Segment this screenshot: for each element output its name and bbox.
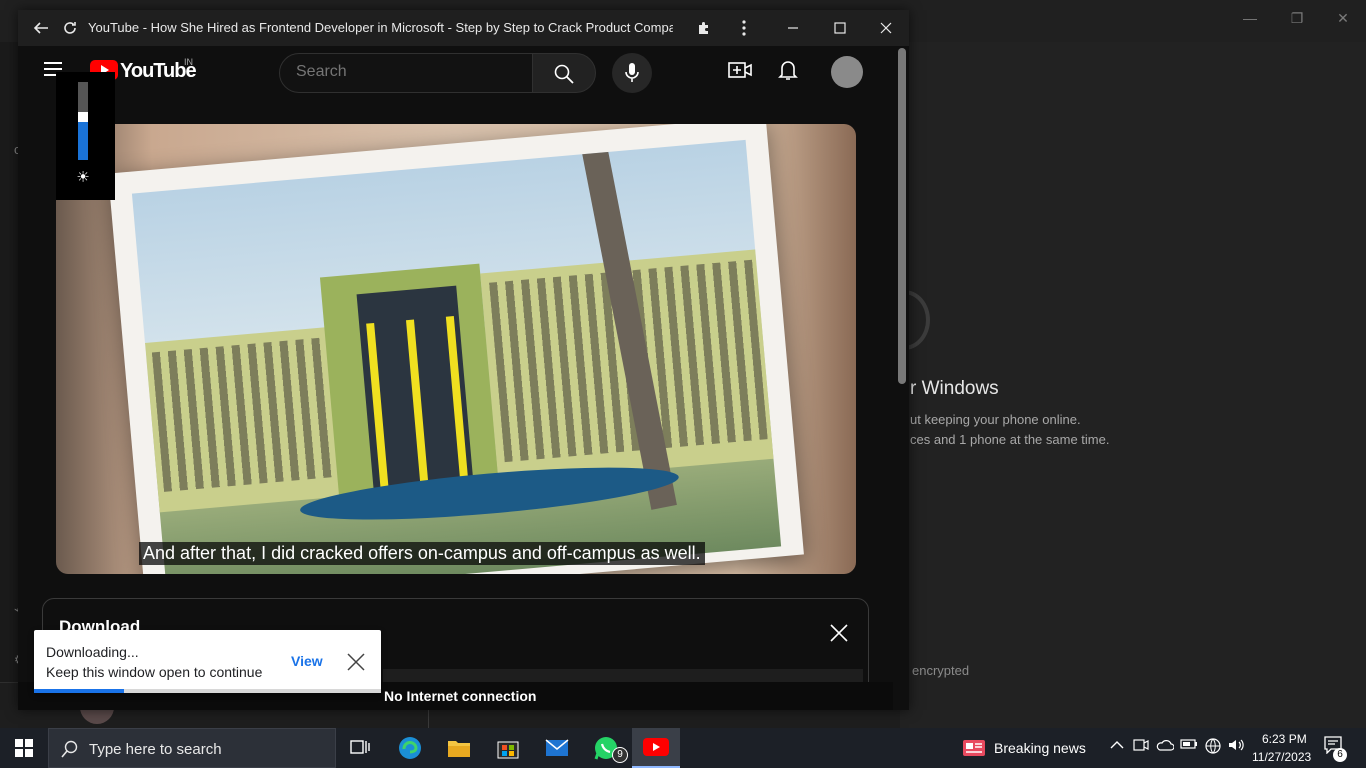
offline-message: No Internet connection — [384, 688, 537, 704]
toast-message: Keep this window open to continue — [46, 664, 263, 680]
onedrive-cloud-icon[interactable] — [1156, 738, 1175, 758]
taskbar-search[interactable]: Type here to search — [48, 728, 336, 768]
scrollbar-thumb[interactable] — [898, 48, 906, 384]
mail-button[interactable] — [533, 728, 581, 768]
background-description-line: ut keeping your phone online. — [910, 412, 1081, 427]
notifications-button[interactable] — [778, 59, 804, 85]
youtube-masthead: YouTube IN — [18, 46, 896, 98]
whatsapp-unread-badge: 9 — [612, 747, 628, 763]
toast-close-button[interactable] — [346, 652, 366, 672]
file-explorer-button[interactable] — [435, 728, 483, 768]
volume-icon[interactable] — [1227, 738, 1245, 758]
clock-date[interactable]: 11/27/2023 — [1252, 750, 1311, 764]
youtube-app-button[interactable] — [632, 728, 680, 768]
taskbar: Type here to search 9 Breaking news 6:23… — [0, 728, 1366, 768]
news-headline: Breaking news — [994, 740, 1086, 756]
video-caption: And after that, I did cracked offers on-… — [139, 542, 705, 565]
task-view-button[interactable] — [336, 728, 384, 768]
scrollbar[interactable] — [896, 46, 909, 710]
edge-icon — [399, 737, 421, 759]
close-icon — [830, 624, 848, 642]
brightness-sun-icon: ☀ — [76, 169, 90, 186]
folder-icon — [448, 741, 470, 757]
microphone-icon — [625, 63, 639, 82]
toast-progress-fill — [34, 689, 125, 693]
minimize-icon[interactable] — [782, 17, 804, 39]
battery-icon[interactable] — [1180, 738, 1198, 758]
news-widget[interactable]: Breaking news — [962, 736, 1086, 760]
network-globe-icon[interactable] — [1204, 738, 1222, 758]
minimize-icon[interactable]: — — [1240, 8, 1260, 28]
chevron-up-icon[interactable] — [1108, 738, 1126, 758]
task-view-icon — [350, 740, 370, 754]
toast-progress-bar — [34, 689, 381, 693]
search-icon — [554, 64, 574, 84]
notification-count-badge: 6 — [1333, 748, 1347, 762]
mail-icon — [545, 739, 569, 756]
search-box[interactable] — [279, 53, 533, 93]
campus-building-image — [131, 139, 782, 574]
search-input[interactable] — [296, 63, 516, 81]
reload-icon[interactable] — [59, 17, 81, 39]
account-avatar[interactable] — [831, 56, 863, 88]
clock-time[interactable]: 6:23 PM — [1262, 732, 1307, 746]
building-windows — [151, 336, 352, 492]
bell-icon — [778, 61, 798, 80]
toast-status: Downloading... — [46, 644, 139, 660]
brightness-fill — [78, 122, 88, 160]
youtube-app-window: YouTube - How She Hired as Frontend Deve… — [18, 10, 909, 710]
video-add-icon — [728, 62, 752, 78]
background-description-line: ces and 1 phone at the same time. — [910, 432, 1110, 447]
extensions-puzzle-icon[interactable] — [693, 17, 715, 39]
toast-view-button[interactable]: View — [291, 653, 323, 669]
close-icon[interactable] — [875, 17, 897, 39]
window-titlebar: YouTube - How She Hired as Frontend Deve… — [18, 10, 909, 46]
brightness-slider[interactable] — [78, 82, 88, 160]
news-icon — [963, 740, 985, 756]
video-frame-photo — [108, 124, 804, 574]
create-video-button[interactable] — [728, 60, 754, 86]
video-player[interactable]: And after that, I did cracked offers on-… — [56, 124, 856, 574]
download-content-row — [383, 669, 863, 683]
close-icon[interactable]: ✕ — [1333, 8, 1353, 28]
brightness-knob[interactable] — [78, 112, 88, 122]
youtube-icon — [643, 738, 669, 756]
microsoft-store-button[interactable] — [484, 728, 532, 768]
background-heading: r Windows — [910, 378, 999, 399]
search-icon — [61, 740, 78, 758]
maximize-icon[interactable] — [829, 17, 851, 39]
meet-now-icon[interactable] — [1132, 738, 1150, 758]
search-button[interactable] — [532, 53, 596, 93]
more-vert-icon[interactable] — [733, 17, 755, 39]
back-arrow-icon[interactable] — [30, 17, 52, 39]
brightness-panel: ☀ — [56, 72, 115, 200]
download-close-button[interactable] — [829, 623, 851, 645]
voice-search-button[interactable] — [612, 53, 652, 93]
close-icon — [347, 653, 365, 671]
window-title: YouTube - How She Hired as Frontend Deve… — [88, 20, 673, 35]
store-icon — [497, 741, 519, 759]
background-encrypted-note: encrypted — [912, 663, 970, 678]
download-toast: Downloading... Keep this window open to … — [34, 630, 381, 693]
edge-browser-button[interactable] — [386, 728, 434, 768]
windows-logo-icon — [15, 739, 33, 757]
taskbar-search-placeholder: Type here to search — [89, 741, 222, 758]
start-button[interactable] — [0, 728, 48, 768]
restore-icon[interactable]: ❐ — [1287, 8, 1307, 28]
country-code: IN — [184, 57, 193, 67]
